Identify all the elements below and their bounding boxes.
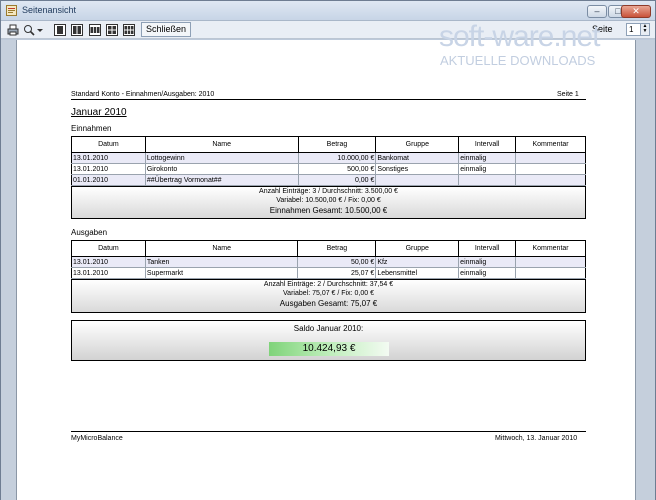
- report-header-left: Standard Konto - Einnahmen/Ausgaben: 201…: [71, 91, 215, 98]
- expenses-header-row: Datum Name Betrag Gruppe Intervall Komme…: [71, 240, 586, 257]
- window-title: Seitenansicht: [22, 5, 77, 15]
- cell-name: Girokonto: [145, 163, 299, 175]
- cell-interval: einmalig: [458, 152, 517, 164]
- cell-date: 01.01.2010: [71, 174, 146, 186]
- cell-group: Bankomat: [375, 152, 460, 164]
- cell-amount: 0,00 €: [298, 174, 377, 186]
- print-preview-window: Seitenansicht – □ ✕ Schließen Seite 1 ▲ …: [0, 0, 656, 500]
- close-preview-button[interactable]: Schließen: [141, 22, 192, 37]
- income-header-row: Datum Name Betrag Gruppe Intervall Komme…: [71, 136, 586, 153]
- cell-date: 13.01.2010: [71, 152, 146, 164]
- expenses-section-title: Ausgaben: [71, 228, 108, 237]
- cell-comment: [515, 267, 586, 279]
- expenses-summary-variable: Variabel: 75,07 € / Fix: 0,00 €: [283, 290, 374, 297]
- minimize-icon: –: [594, 6, 600, 16]
- cell-name: Tanken: [145, 256, 299, 268]
- three-pages-icon[interactable]: [89, 24, 101, 36]
- cell-interval: einmalig: [458, 267, 517, 279]
- print-icon[interactable]: [7, 24, 19, 36]
- col-header: Intervall: [458, 136, 517, 153]
- col-header: Gruppe: [375, 136, 460, 153]
- report-page: Standard Konto - Einnahmen/Ausgaben: 201…: [16, 40, 636, 500]
- report-footer-left: MyMicroBalance: [71, 435, 123, 442]
- col-header: Name: [144, 136, 299, 153]
- cell-name: Supermarkt: [145, 267, 299, 279]
- cell-amount: 10.000,00 €: [298, 152, 377, 164]
- table-row: 01.01.2010 ##Übertrag Vormonat## 0,00 €: [71, 174, 586, 186]
- income-section-title: Einnahmen: [71, 124, 112, 133]
- income-summary-variable: Variabel: 10.500,00 € / Fix: 0,00 €: [276, 197, 381, 204]
- maximize-icon: □: [615, 6, 621, 16]
- cell-comment: [515, 256, 586, 268]
- one-page-icon[interactable]: [54, 24, 66, 36]
- col-header: Datum: [71, 136, 146, 153]
- expenses-summary-count: Anzahl Einträge: 2 / Durchschnitt: 37,54…: [263, 281, 394, 288]
- cell-group: [375, 174, 460, 186]
- table-row: 13.01.2010 Tanken 50,00 € Kfz einmalig: [71, 256, 586, 268]
- report-header-right: Seite 1: [557, 91, 579, 98]
- col-header: Name: [144, 240, 299, 257]
- income-summary-count: Anzahl Einträge: 3 / Durchschnitt: 3.500…: [259, 188, 398, 195]
- col-header: Kommentar: [515, 240, 586, 257]
- col-header: Intervall: [458, 240, 517, 257]
- footer-rule: [71, 431, 586, 432]
- cell-group: Kfz: [375, 256, 460, 268]
- expenses-table: Datum Name Betrag Gruppe Intervall Komme…: [71, 240, 586, 279]
- four-pages-icon[interactable]: [106, 24, 118, 36]
- col-header: Gruppe: [375, 240, 460, 257]
- col-header: Betrag: [297, 240, 377, 257]
- six-pages-icon[interactable]: [123, 24, 135, 36]
- cell-comment: [515, 163, 586, 175]
- saldo-label: Saldo Januar 2010:: [293, 324, 364, 333]
- expenses-total: Ausgaben Gesamt: 75,07 €: [279, 299, 378, 308]
- watermark-logo: soft-ware.net AKTUELLE DOWNLOADS: [439, 20, 651, 70]
- cell-group: Lebensmittel: [375, 267, 460, 279]
- zoom-icon[interactable]: [23, 24, 35, 36]
- cell-amount: 50,00 €: [297, 256, 377, 268]
- cell-interval: einmalig: [458, 163, 517, 175]
- title-bar[interactable]: Seitenansicht – □ ✕: [1, 1, 655, 21]
- header-rule: [71, 99, 586, 100]
- saldo-box: Saldo Januar 2010: 10.424,93 €: [71, 320, 586, 361]
- income-table: Datum Name Betrag Gruppe Intervall Komme…: [71, 136, 586, 186]
- col-header: Betrag: [297, 136, 377, 153]
- cell-date: 13.01.2010: [71, 267, 146, 279]
- col-header: Datum: [71, 240, 146, 257]
- cell-name: Lottogewinn: [145, 152, 299, 164]
- preview-area[interactable]: Standard Konto - Einnahmen/Ausgaben: 201…: [1, 40, 655, 500]
- cell-amount: 25,07 €: [297, 267, 377, 279]
- cell-comment: [515, 152, 586, 164]
- chevron-down-icon[interactable]: [36, 24, 44, 36]
- cell-date: 13.01.2010: [71, 256, 146, 268]
- watermark-sub: AKTUELLE DOWNLOADS: [440, 53, 596, 68]
- table-row: 13.01.2010 Girokonto 500,00 € Sonstiges …: [71, 163, 586, 175]
- watermark-main: soft-ware.net: [439, 20, 600, 53]
- cell-group: Sonstiges: [375, 163, 460, 175]
- month-title: Januar 2010: [71, 107, 127, 118]
- cell-name: ##Übertrag Vormonat##: [145, 174, 299, 186]
- close-window-button[interactable]: ✕: [621, 5, 651, 18]
- cell-amount: 500,00 €: [298, 163, 377, 175]
- col-header: Kommentar: [515, 136, 586, 153]
- close-icon: ✕: [632, 6, 640, 16]
- report-footer-right: Mittwoch, 13. Januar 2010: [495, 435, 578, 442]
- income-summary: Anzahl Einträge: 3 / Durchschnitt: 3.500…: [71, 186, 586, 219]
- cell-date: 13.01.2010: [71, 163, 146, 175]
- table-row: 13.01.2010 Supermarkt 25,07 € Lebensmitt…: [71, 267, 586, 279]
- cell-interval: [458, 174, 517, 186]
- two-pages-icon[interactable]: [71, 24, 83, 36]
- table-row: 13.01.2010 Lottogewinn 10.000,00 € Banko…: [71, 152, 586, 164]
- expenses-summary: Anzahl Einträge: 2 / Durchschnitt: 37,54…: [71, 279, 586, 313]
- app-icon: [6, 5, 17, 16]
- cell-comment: [515, 174, 586, 186]
- income-total: Einnahmen Gesamt: 10.500,00 €: [269, 206, 388, 215]
- saldo-value: 10.424,93 €: [269, 342, 389, 356]
- cell-interval: einmalig: [458, 256, 517, 268]
- minimize-button[interactable]: –: [587, 5, 607, 18]
